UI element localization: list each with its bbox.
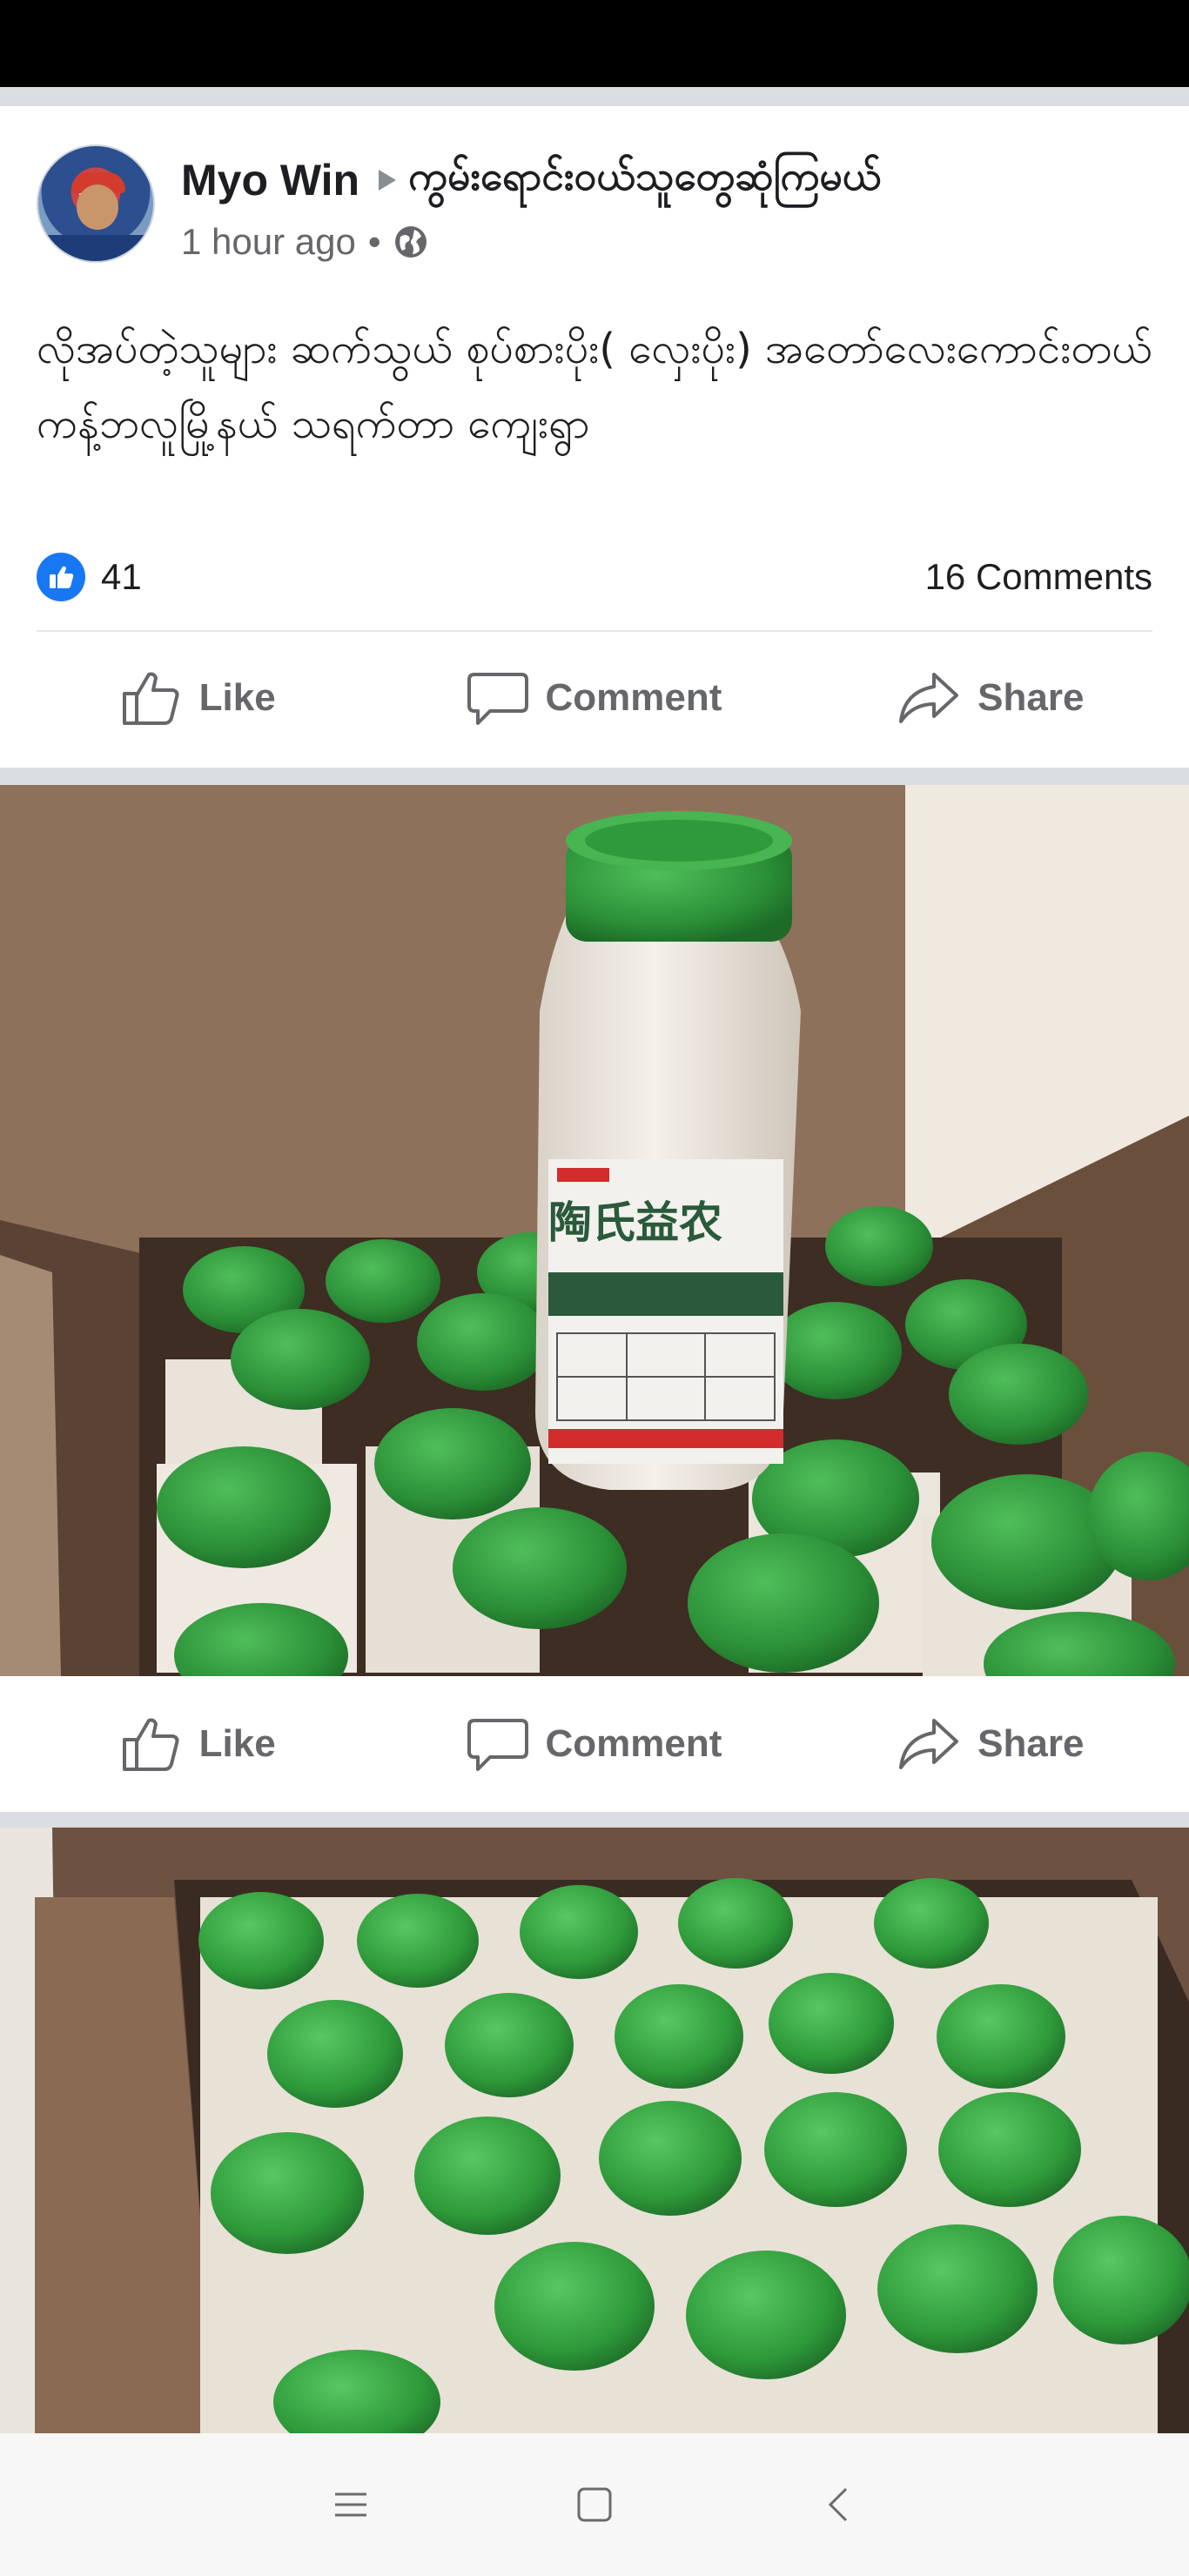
photo-share-label: Share	[977, 1722, 1085, 1765]
share-button-label: Share	[977, 676, 1085, 719]
post-text: လိုအပ်တဲ့သူများ ဆက်သွယ် စုပ်စားပိုး( လှေ…	[37, 325, 1152, 448]
photo-bottles-box	[0, 1828, 1189, 2433]
post-action-bar: Like Comment Share	[0, 637, 1189, 759]
share-button[interactable]: Share	[793, 669, 1189, 727]
post-photo[interactable]: 陶氏益农	[0, 785, 1189, 1676]
home-icon[interactable]	[568, 2479, 621, 2531]
share-icon	[899, 673, 959, 723]
divider	[37, 630, 1152, 632]
post-card: Myo Win ကွမ်းရောင်းဝယ်သူတွေဆုံကြမယ် 1 ho…	[0, 106, 1189, 768]
android-nav-bar	[0, 2433, 1189, 2576]
meta-separator: •	[367, 221, 381, 262]
bottle-grid	[198, 1878, 1189, 2433]
like-reaction-icon	[37, 553, 85, 601]
standing-bottle: 陶氏益农	[535, 811, 801, 1490]
post-photo[interactable]	[0, 1828, 1189, 2433]
group-name[interactable]: ကွမ်းရောင်းဝယ်သူတွေဆုံကြမယ်	[408, 151, 881, 210]
comment-button-label: Comment	[545, 676, 722, 719]
bottle-label-text: 陶氏益农	[548, 1197, 722, 1248]
post-author-line: Myo Win ကွမ်းရောင်းဝယ်သူတွေဆုံကြမယ်	[181, 150, 881, 211]
photo-like-button[interactable]: Like	[0, 1715, 396, 1773]
photo-comment-button[interactable]: Comment	[396, 1715, 792, 1773]
photo-share-button[interactable]: Share	[793, 1715, 1189, 1773]
photo-bottles-box: 陶氏益农	[0, 785, 1189, 1676]
reactions-summary: 41 16 Comments	[37, 550, 1152, 604]
like-summary[interactable]: 41	[37, 553, 142, 601]
photo-like-label: Like	[198, 1722, 276, 1765]
comment-button[interactable]: Comment	[396, 669, 792, 727]
back-icon[interactable]	[812, 2479, 864, 2531]
post-timestamp[interactable]: 1 hour ago	[181, 221, 356, 263]
comment-icon	[467, 673, 528, 725]
feed-separator	[0, 1812, 1189, 1828]
comments-count[interactable]: 16 Comments	[925, 556, 1152, 598]
like-button-label: Like	[198, 676, 276, 719]
author-name[interactable]: Myo Win	[181, 155, 359, 205]
avatar-face	[77, 184, 118, 230]
avatar[interactable]	[37, 144, 155, 263]
like-count: 41	[101, 556, 142, 597]
thumbs-up-icon	[122, 1718, 179, 1771]
feed-separator	[0, 768, 1189, 785]
triangle-arrow-icon	[379, 170, 397, 191]
feed-separator	[0, 87, 1189, 106]
comment-icon	[467, 1719, 528, 1771]
post-meta: 1 hour ago •	[181, 216, 428, 268]
menu-icon[interactable]	[325, 2479, 377, 2531]
like-button[interactable]: Like	[0, 669, 396, 727]
share-icon	[899, 1719, 959, 1769]
status-bar	[0, 0, 1189, 87]
photo-comment-label: Comment	[545, 1722, 722, 1765]
thumbs-up-icon	[122, 672, 179, 725]
avatar-banner	[38, 235, 153, 261]
globe-icon	[394, 226, 427, 258]
photo-action-bar: Like Comment Share	[0, 1676, 1189, 1812]
